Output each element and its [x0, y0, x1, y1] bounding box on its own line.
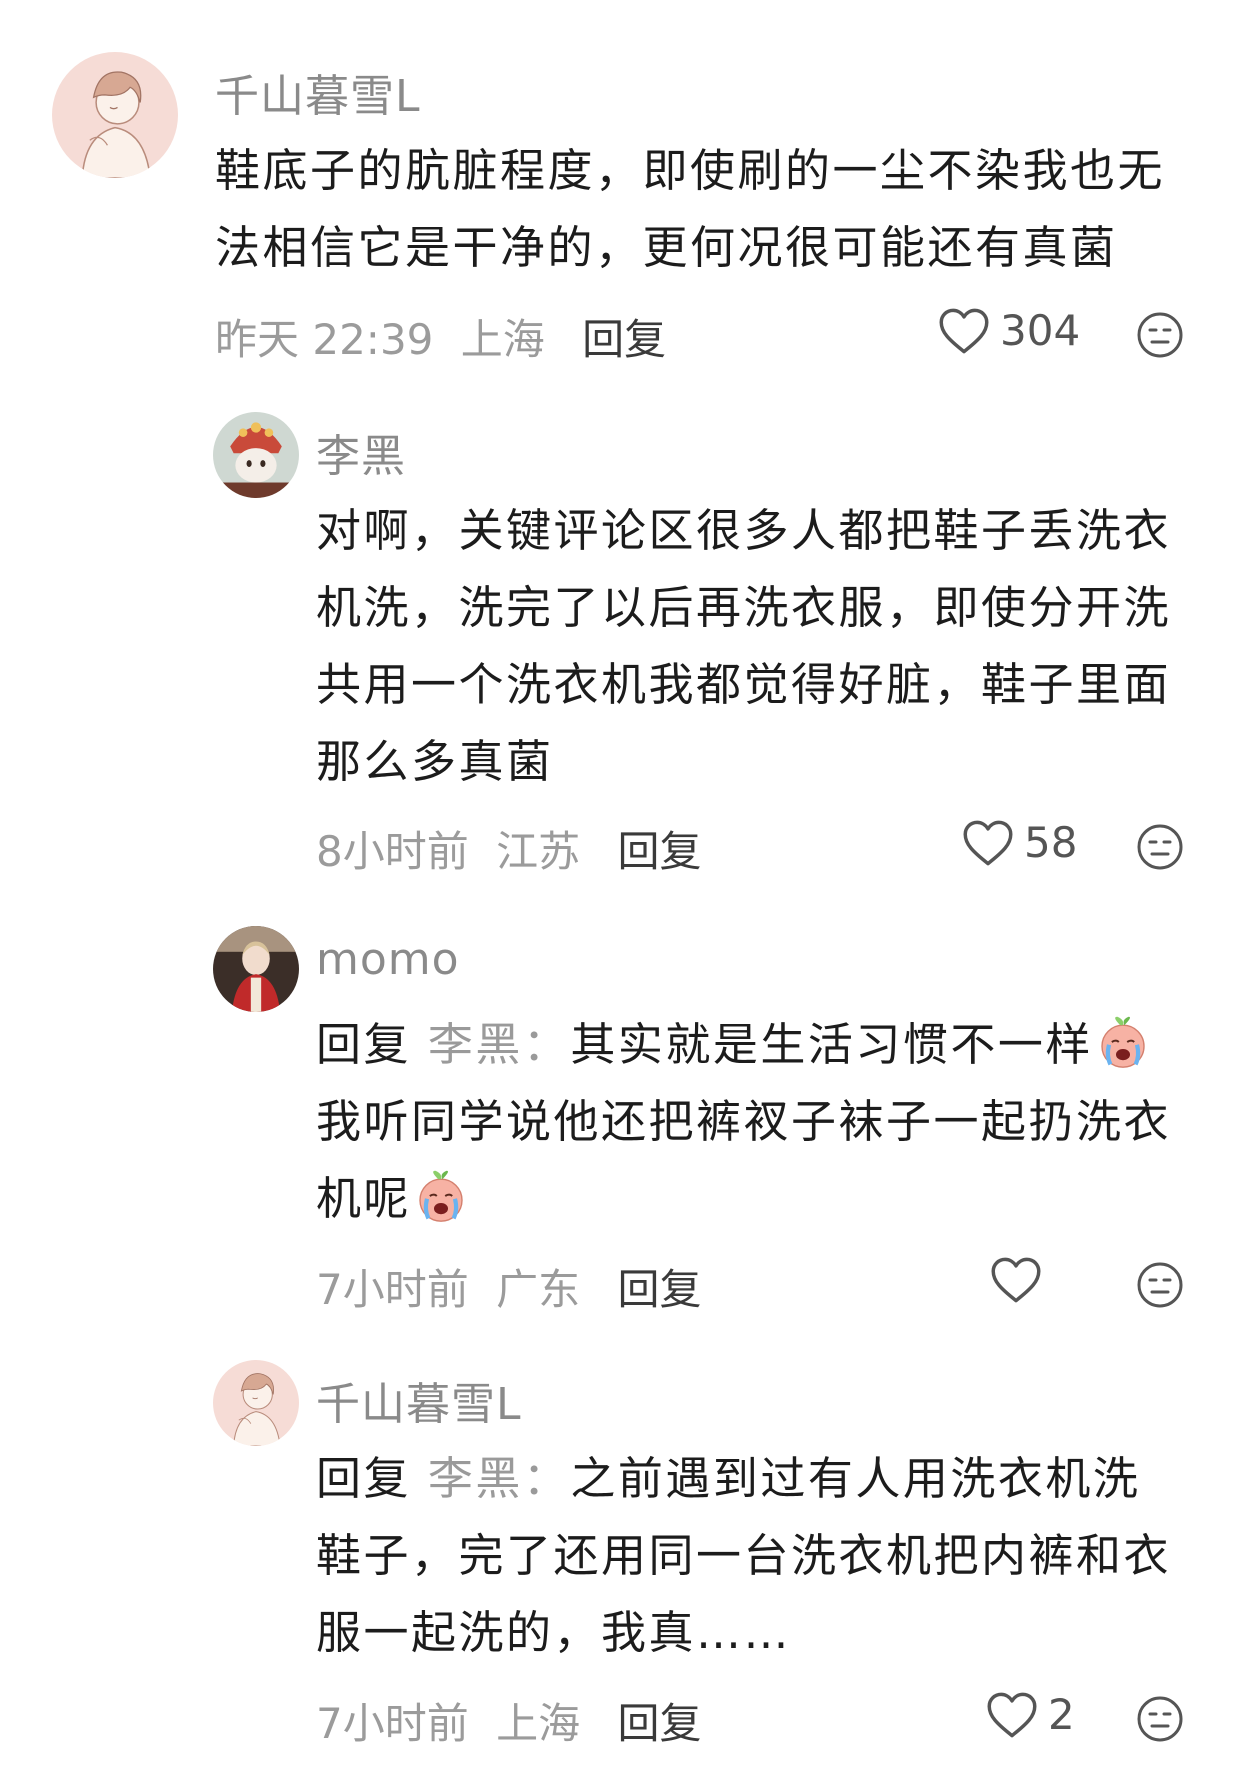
- username[interactable]: 李黑: [316, 420, 406, 484]
- meh-face-icon: [1137, 1262, 1183, 1308]
- dislike-button[interactable]: [1136, 311, 1184, 359]
- reply-target-username[interactable]: 李黑：: [428, 1018, 571, 1071]
- comment-text: 回复 李黑：其实就是生活习惯不一样 我听同学说他还把裤衩子袜子一起扔洗衣 机呢: [316, 1006, 1171, 1237]
- comment-line: 法相信它是干净的，更何况很可能还有真菌: [215, 221, 1118, 274]
- avatar-illustration: [52, 52, 178, 178]
- comment-line: 鞋子，完了还用同一台洗衣机把内裤和衣: [316, 1529, 1172, 1582]
- comment-line-text: 之前遇到过有人用洗衣机洗: [570, 1452, 1141, 1505]
- avatar-illustration: [213, 1360, 299, 1446]
- username[interactable]: momo: [316, 934, 460, 985]
- reply-button[interactable]: 回复: [617, 1265, 701, 1314]
- comment-meta: 8小时前 江苏 回复: [316, 818, 701, 879]
- like-button[interactable]: 58: [962, 818, 1077, 867]
- username[interactable]: 千山暮雪L: [215, 60, 421, 124]
- like-button[interactable]: 304: [938, 306, 1080, 355]
- comment-line: 机洗，洗完了以后再洗衣服，即使分开洗: [316, 581, 1172, 634]
- avatar[interactable]: [213, 1360, 299, 1446]
- reply-button[interactable]: 回复: [617, 1699, 701, 1748]
- avatar-illustration: [213, 926, 299, 1012]
- heart-outline-icon: [991, 1257, 1041, 1303]
- comment-text: 鞋底子的肮脏程度，即使刷的一尘不染我也无 法相信它是干净的，更何况很可能还有真菌: [215, 132, 1165, 286]
- comment-line: 回复 李黑：其实就是生活习惯不一样: [316, 1006, 1171, 1083]
- location: 江苏: [496, 827, 581, 876]
- like-count: 304: [1000, 306, 1081, 355]
- location: 上海: [460, 315, 545, 364]
- comment-item: 千山暮雪L 鞋底子的肮脏程度，即使刷的一尘不染我也无 法相信它是干净的，更何况很…: [0, 0, 1260, 364]
- comment-item: 李黑 对啊，关键评论区很多人都把鞋子丢洗衣 机洗，洗完了以后再洗衣服，即使分开洗…: [0, 400, 1260, 880]
- like-button[interactable]: 2: [986, 1690, 1075, 1739]
- comment-meta: 7小时前 上海 回复: [316, 1690, 701, 1751]
- comment-line: 鞋底子的肮脏程度，即使刷的一尘不染我也无: [215, 144, 1166, 197]
- timestamp: 昨天 22:39: [215, 315, 434, 364]
- dislike-button[interactable]: [1136, 1261, 1184, 1309]
- reply-target-username[interactable]: 李黑：: [428, 1452, 571, 1505]
- comment-line: 服一起洗的，我真……: [316, 1606, 792, 1659]
- username[interactable]: 千山暮雪L: [316, 1368, 522, 1432]
- comment-item: 千山暮雪L 回复 李黑：之前遇到过有人用洗衣机洗 鞋子，完了还用同一台洗衣机把内…: [0, 1350, 1260, 1790]
- location: 上海: [496, 1699, 581, 1748]
- avatar[interactable]: [213, 412, 299, 498]
- timestamp: 7小时前: [316, 1699, 469, 1748]
- timestamp: 7小时前: [316, 1265, 469, 1314]
- avatar-illustration: [213, 412, 299, 498]
- meh-face-icon: [1137, 824, 1183, 870]
- comment-line: 那么多真菌: [316, 735, 554, 788]
- meh-face-icon: [1137, 1696, 1183, 1742]
- location: 广东: [496, 1265, 581, 1314]
- avatar[interactable]: [213, 926, 299, 1012]
- heart-outline-icon: [963, 820, 1013, 865]
- heart-outline-icon: [939, 308, 989, 353]
- comment-line-text: 机呢: [316, 1172, 412, 1225]
- reply-prefix: 回复: [316, 1452, 412, 1505]
- like-count: 58: [1024, 818, 1078, 867]
- comment-text: 对啊，关键评论区很多人都把鞋子丢洗衣 机洗，洗完了以后再洗衣服，即使分开洗 共用…: [316, 492, 1171, 800]
- crying-peach-emoji: [413, 1168, 469, 1224]
- dislike-button[interactable]: [1136, 823, 1184, 871]
- reply-button[interactable]: 回复: [582, 315, 666, 364]
- comment-meta: 昨天 22:39 上海 回复: [215, 306, 666, 367]
- comment-meta: 7小时前 广东 回复: [316, 1256, 701, 1317]
- heart-outline-icon: [987, 1692, 1037, 1737]
- comment-line: 对啊，关键评论区很多人都把鞋子丢洗衣: [316, 504, 1172, 557]
- comment-text: 回复 李黑：之前遇到过有人用洗衣机洗 鞋子，完了还用同一台洗衣机把内裤和衣 服一…: [316, 1440, 1171, 1671]
- reply-prefix: 回复: [316, 1018, 412, 1071]
- crying-peach-emoji: [1095, 1014, 1151, 1070]
- avatar[interactable]: [52, 52, 178, 178]
- comment-line: 机呢: [316, 1160, 1171, 1237]
- meh-face-icon: [1137, 312, 1183, 358]
- comment-line: 回复 李黑：之前遇到过有人用洗衣机洗: [316, 1440, 1171, 1517]
- comment-item: momo 回复 李黑：其实就是生活习惯不一样 我听同学说他还把裤衩子袜子一起扔洗…: [0, 916, 1260, 1316]
- like-button[interactable]: [990, 1256, 1052, 1304]
- timestamp: 8小时前: [316, 827, 469, 876]
- comment-line: 我听同学说他还把裤衩子袜子一起扔洗衣: [316, 1095, 1172, 1148]
- comment-line-text: 其实就是生活习惯不一样: [570, 1018, 1093, 1071]
- like-count: 2: [1048, 1690, 1075, 1739]
- dislike-button[interactable]: [1136, 1695, 1184, 1743]
- reply-button[interactable]: 回复: [617, 827, 701, 876]
- comment-line: 共用一个洗衣机我都觉得好脏，鞋子里面: [316, 658, 1172, 711]
